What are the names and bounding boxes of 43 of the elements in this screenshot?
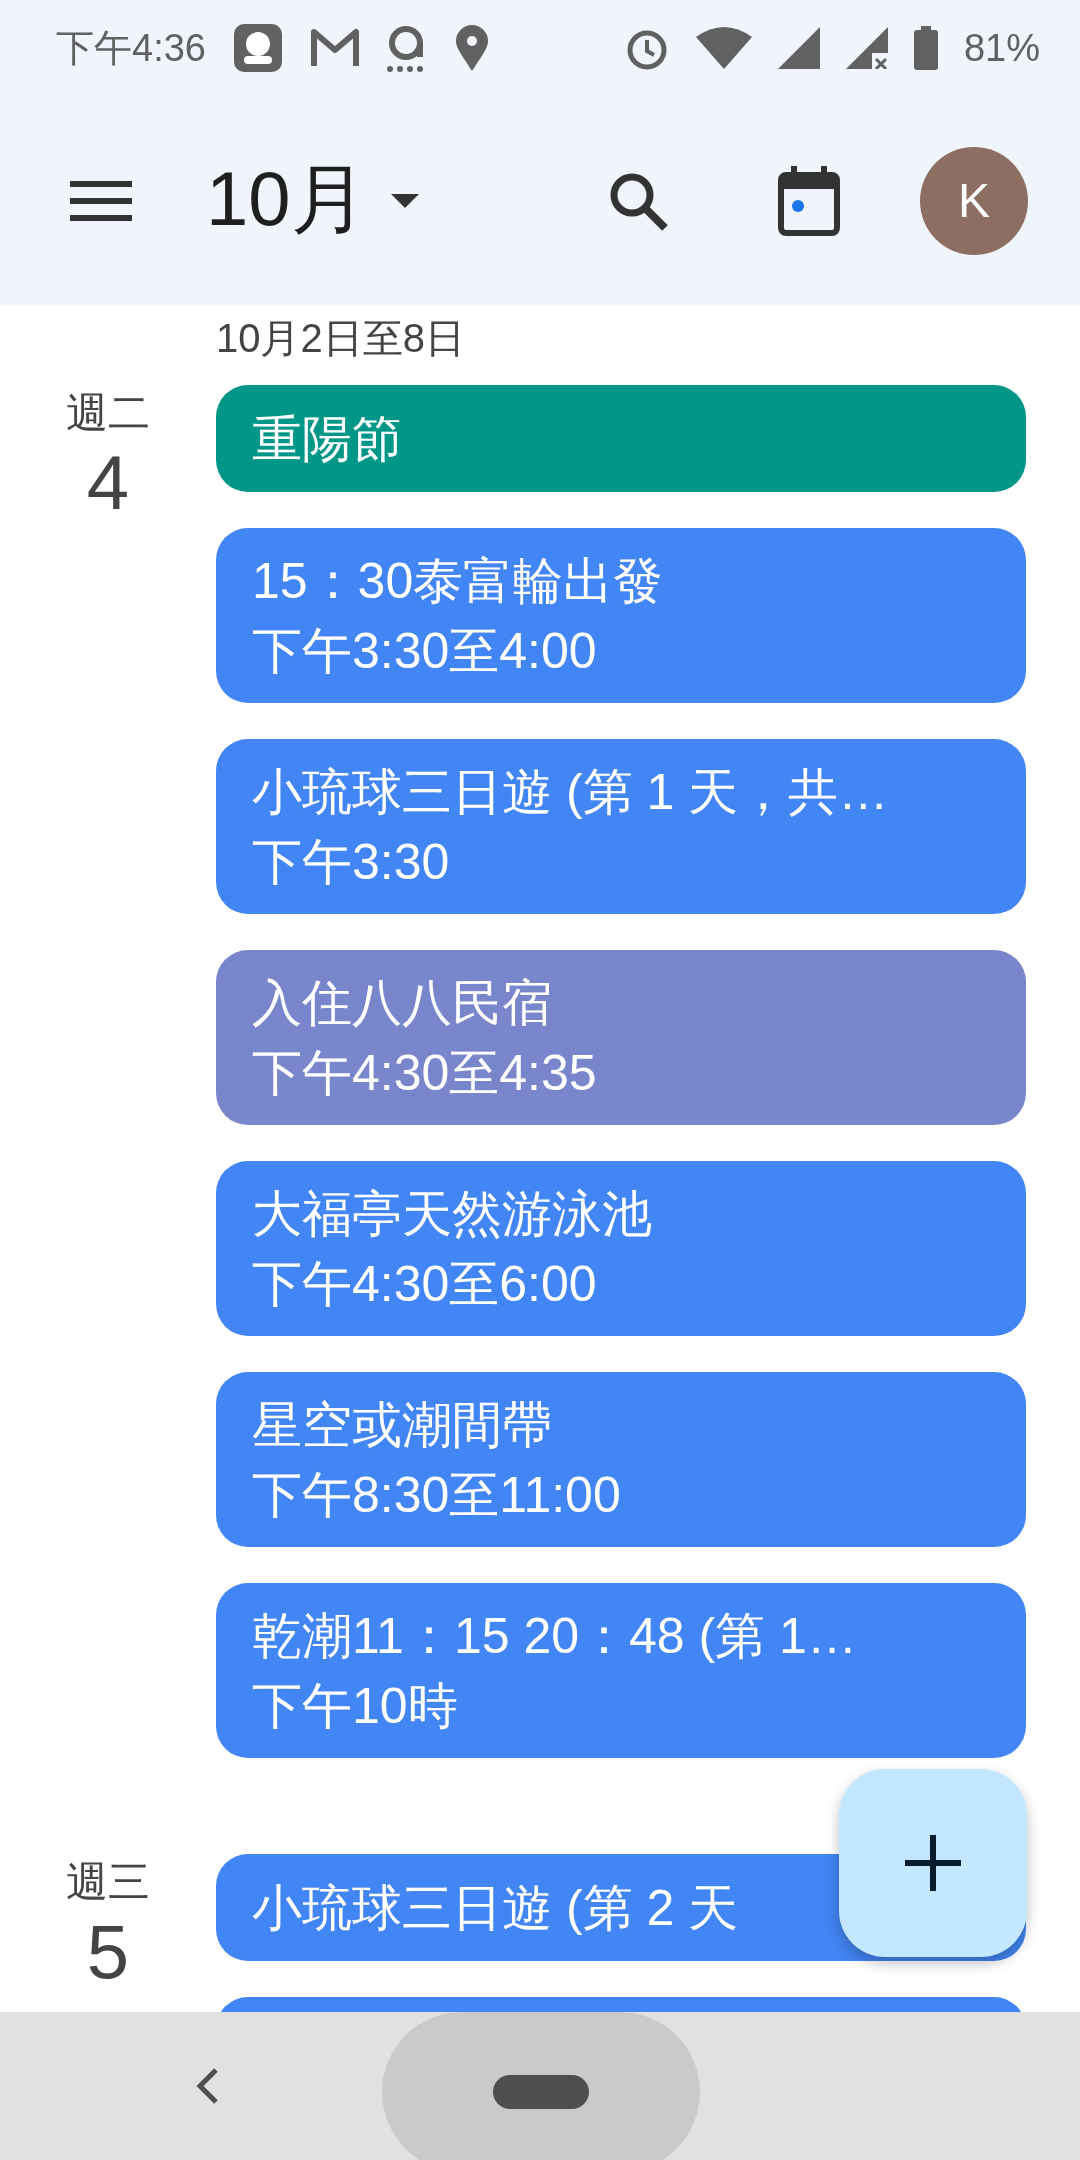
event-title: 小琉球三日遊 (第 2 天 — [252, 1878, 740, 1938]
date-number: 5 — [86, 1910, 130, 1994]
event-time: 下午4:30至6:00 — [252, 1254, 598, 1314]
event-card[interactable]: 15：30泰富輪出發 下午3:30至4:00 — [216, 528, 1026, 703]
location-pin-icon — [455, 25, 488, 71]
event-time: 下午8:30至11:00 — [252, 1465, 622, 1525]
signal-icon — [777, 27, 820, 69]
status-time: 下午4:36 — [56, 25, 206, 71]
event-title: 星空或潮間帶 — [252, 1395, 553, 1455]
event-card[interactable]: 乾潮11：15 20：48 (第 1… 下午10時 — [216, 1583, 1026, 1758]
event-card[interactable]: 小琉球三日遊 (第 1 天，共… 下午3:30 — [216, 739, 1026, 914]
caret-icon — [390, 193, 419, 208]
date-number: 4 — [86, 441, 130, 525]
add-button[interactable] — [839, 1769, 1027, 1957]
event-card[interactable]: 入住八八民宿 下午4:30至4:35 — [216, 950, 1026, 1125]
menu-icon[interactable] — [70, 180, 132, 221]
no-signal-icon — [845, 27, 888, 69]
event-title: 15：30泰富輪出發 — [252, 551, 665, 611]
account-avatar[interactable]: K — [920, 146, 1028, 255]
event-card[interactable]: 重陽節 — [216, 385, 1026, 492]
battery-percent: 81% — [963, 26, 1040, 70]
event-card[interactable]: 大福亭天然游泳池 下午4:30至6:00 — [216, 1161, 1026, 1336]
app-notification-icon — [231, 22, 284, 74]
calendar-today-icon[interactable] — [778, 165, 840, 236]
event-time: 下午10時 — [252, 1676, 459, 1736]
week-range-label: 10月2日至8日 — [216, 315, 466, 362]
event-title: 乾潮11：15 20：48 (第 1… — [252, 1606, 858, 1666]
battery-icon — [913, 26, 938, 70]
plus-icon — [903, 1833, 963, 1893]
event-time: 下午3:30至4:00 — [252, 621, 598, 681]
wifi-icon — [695, 27, 752, 69]
event-title: 小琉球三日遊 (第 1 天，共… — [252, 762, 890, 822]
event-title: 大福亭天然游泳池 — [252, 1184, 653, 1244]
mail-icon — [309, 28, 360, 68]
weekday-label: 週三 — [66, 1857, 150, 1907]
event-title: 入住八八民宿 — [252, 973, 553, 1033]
event-time: 下午4:30至4:35 — [252, 1043, 598, 1103]
month-dropdown[interactable]: 10月 — [206, 149, 419, 252]
event-card[interactable]: 星空或潮間帶 下午8:30至11:00 — [216, 1372, 1026, 1547]
back-icon[interactable] — [196, 2066, 220, 2106]
weekday-label: 週二 — [66, 388, 150, 438]
event-time: 下午3:30 — [252, 832, 451, 892]
event-title: 重陽節 — [252, 409, 403, 469]
